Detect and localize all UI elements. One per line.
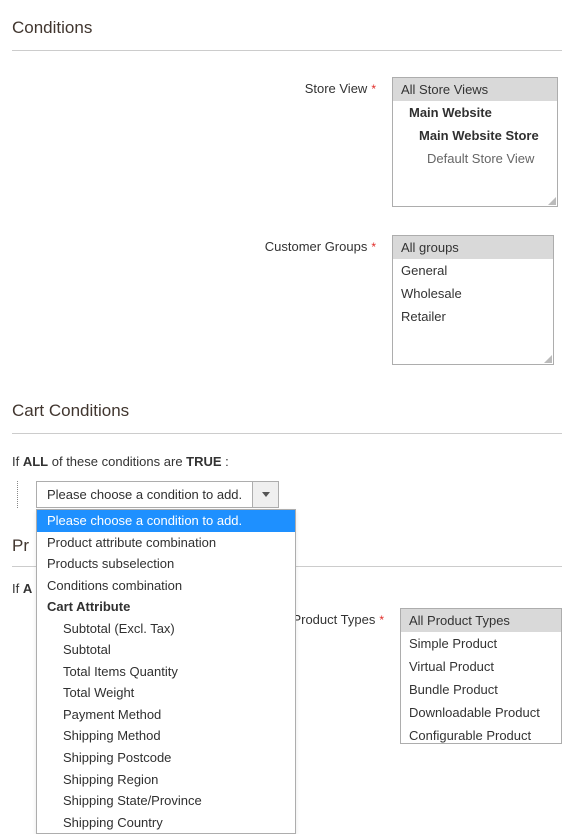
conditions-section-header: Conditions xyxy=(12,10,562,51)
multiselect-option[interactable]: Configurable Product xyxy=(401,724,561,744)
condition-chooser-value: Please choose a condition to add. xyxy=(37,482,252,507)
multiselect-option[interactable]: Simple Product xyxy=(401,632,561,655)
dropdown-option[interactable]: Conditions combination xyxy=(37,575,295,597)
customer-groups-field: Customer Groups* All groupsGeneralWholes… xyxy=(12,235,562,365)
product-condition-prefix: If xyxy=(12,581,23,596)
required-asterisk: * xyxy=(371,82,376,96)
required-asterisk: * xyxy=(371,240,376,254)
dropdown-option[interactable]: Shipping Region xyxy=(37,769,295,791)
condition-prefix: If xyxy=(12,454,23,469)
multiselect-option[interactable]: Wholesale xyxy=(393,282,553,305)
resize-handle[interactable] xyxy=(542,353,552,363)
store-view-label: Store View* xyxy=(12,77,392,96)
required-asterisk: * xyxy=(379,613,384,627)
customer-groups-select[interactable]: All groupsGeneralWholesaleRetailer xyxy=(392,235,554,365)
condition-value[interactable]: TRUE xyxy=(186,454,221,469)
multiselect-option[interactable]: Main Website xyxy=(393,101,557,124)
store-view-select[interactable]: All Store ViewsMain WebsiteMain Website … xyxy=(392,77,558,207)
dropdown-option[interactable]: Total Items Quantity xyxy=(37,661,295,683)
multiselect-option[interactable]: Downloadable Product xyxy=(401,701,561,724)
customer-groups-label: Customer Groups* xyxy=(12,235,392,254)
multiselect-option[interactable]: Default Store View xyxy=(393,147,557,170)
condition-chooser-dropdown[interactable]: Please choose a condition to add.Product… xyxy=(36,509,296,834)
chevron-down-icon[interactable] xyxy=(252,482,278,507)
multiselect-option[interactable]: Bundle Product xyxy=(401,678,561,701)
product-types-select[interactable]: All Product TypesSimple ProductVirtual P… xyxy=(400,608,562,744)
customer-groups-label-text: Customer Groups xyxy=(265,239,368,254)
multiselect-option[interactable]: Retailer xyxy=(393,305,553,328)
store-view-field: Store View* All Store ViewsMain WebsiteM… xyxy=(12,77,562,207)
store-view-label-text: Store View xyxy=(305,81,368,96)
multiselect-option[interactable]: All Store Views xyxy=(393,78,557,101)
dropdown-option[interactable]: Total Weight xyxy=(37,682,295,704)
dropdown-option[interactable]: Products subselection xyxy=(37,553,295,575)
multiselect-option[interactable]: All Product Types xyxy=(401,609,561,632)
product-condition-aggregator-partial[interactable]: A xyxy=(23,581,32,596)
dropdown-option[interactable]: Shipping Postcode xyxy=(37,747,295,769)
condition-chooser[interactable]: Please choose a condition to add. Please… xyxy=(36,481,279,508)
dropdown-option[interactable]: Please choose a condition to add. xyxy=(37,510,295,532)
condition-tree: Please choose a condition to add. Please… xyxy=(17,481,562,508)
dropdown-option[interactable]: Shipping Country xyxy=(37,812,295,834)
condition-mid: of these conditions are xyxy=(48,454,186,469)
dropdown-option[interactable]: Product attribute combination xyxy=(37,532,295,554)
multiselect-option[interactable]: Virtual Product xyxy=(401,655,561,678)
multiselect-option[interactable]: General xyxy=(393,259,553,282)
condition-aggregator[interactable]: ALL xyxy=(23,454,48,469)
condition-sentence: If ALL of these conditions are TRUE : xyxy=(12,454,562,469)
multiselect-option[interactable]: Main Website Store xyxy=(393,124,557,147)
condition-suffix: : xyxy=(222,454,229,469)
cart-conditions-section-header: Cart Conditions xyxy=(12,393,562,434)
product-section-header-text: Pr xyxy=(12,536,29,556)
dropdown-option[interactable]: Shipping Method xyxy=(37,725,295,747)
dropdown-option[interactable]: Subtotal xyxy=(37,639,295,661)
dropdown-option[interactable]: Subtotal (Excl. Tax) xyxy=(37,618,295,640)
multiselect-option[interactable]: All groups xyxy=(393,236,553,259)
dropdown-option: Cart Attribute xyxy=(37,596,295,618)
resize-handle[interactable] xyxy=(546,195,556,205)
dropdown-option[interactable]: Payment Method xyxy=(37,704,295,726)
product-types-label-text: Product Types xyxy=(292,612,375,627)
dropdown-option[interactable]: Shipping State/Province xyxy=(37,790,295,812)
